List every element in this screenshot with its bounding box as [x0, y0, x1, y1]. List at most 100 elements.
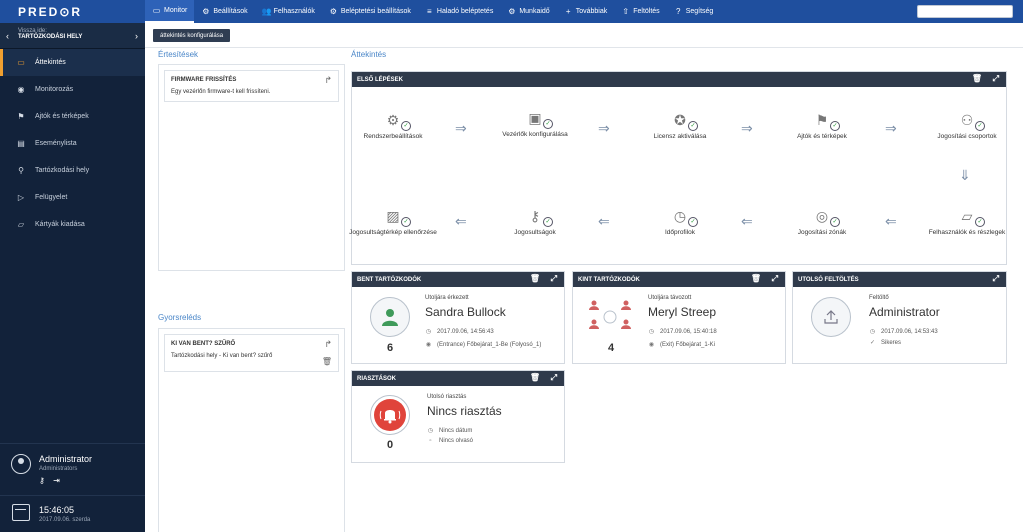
- card-icon: ▱: [17, 220, 25, 229]
- sidebar-item-overview[interactable]: ▭ Áttekintés: [0, 49, 145, 76]
- clock-time: 15:46:05: [39, 505, 75, 515]
- alarms-count: 0: [386, 439, 394, 451]
- gear-icon: ⚙: [202, 7, 210, 16]
- nav-settings[interactable]: ⚙ Beállítások: [194, 0, 254, 23]
- clock-icon: ◷ ✓: [670, 208, 698, 227]
- arrow-left-icon: ⇐: [885, 213, 897, 229]
- nav-label: Beállítások: [213, 8, 248, 15]
- sidebar-item-label: Kártyák kiadása: [35, 221, 85, 228]
- license-icon: ✪ ✓: [670, 112, 698, 131]
- trash-icon[interactable]: 🗑: [972, 74, 982, 83]
- search-input[interactable]: [917, 5, 1013, 18]
- notifications-panel: FIRMWARE FRISSÍTÉS Egy vezérlőn firmware…: [158, 64, 345, 271]
- back-link[interactable]: ‹ Vissza ide: TARTÓZKODÁSI HELY ›: [0, 23, 145, 49]
- nav-users[interactable]: 👥 Felhasználók: [255, 0, 322, 23]
- nav-help[interactable]: ? Segítség: [667, 0, 721, 23]
- inside-header: BENT TARTÓZKODÓK 🗑 ⤢: [352, 272, 564, 287]
- step-users-departments[interactable]: ▱ ✓ Felhasználók és részlegek: [922, 208, 1012, 236]
- expand-icon[interactable]: ⤢: [993, 74, 999, 84]
- app-logo[interactable]: PRED⊙R: [0, 0, 145, 23]
- inside-place: (Entrance) Főbejárat_1-Be (Folyosó_1): [437, 341, 542, 348]
- check-icon: ✓: [543, 217, 553, 227]
- upload-time: 2017.09.06, 14:53:43: [881, 328, 938, 335]
- event-list-icon: ▤: [17, 139, 25, 148]
- quick-filter-card[interactable]: KI VAN BENT? SZŰRŐ Tartózkodási hely - K…: [164, 334, 339, 372]
- quick-links-panel: KI VAN BENT? SZŰRŐ Tartózkodási hely - K…: [158, 328, 345, 532]
- key-logout-icons[interactable]: ⚷ ⇥: [39, 476, 63, 485]
- upload-status: Sikeres: [881, 339, 902, 346]
- alarms-date: Nincs dátum: [439, 427, 473, 434]
- notifications-title: Értesítések: [158, 50, 199, 59]
- step-license[interactable]: ✪ ✓ Licensz aktiválása: [635, 112, 725, 140]
- gear-icon: ⚙ ✓: [383, 112, 411, 131]
- outside-time-line: ◷ 2017.09.06, 15:40:18: [648, 328, 717, 336]
- first-steps-panel: ELSŐ LÉPÉSEK 🗑 ⤢ ⚙ ✓ Rendszerbeállítások …: [348, 71, 1007, 265]
- step-system-settings[interactable]: ⚙ ✓ Rendszerbeállítások: [348, 112, 438, 140]
- sidebar-item-monitoring[interactable]: ◉ Monitorozás: [0, 76, 145, 103]
- inside-name[interactable]: Sandra Bullock: [425, 305, 506, 319]
- step-access-groups[interactable]: ⚇ ✓ Jogosítási csoportok: [922, 112, 1012, 140]
- step-access-zones[interactable]: ◎ ✓ Jogosítási zónák: [777, 208, 867, 236]
- sidebar-item-location[interactable]: ⚲ Tartózkodási hely: [0, 157, 145, 184]
- notification-title: FIRMWARE FRISSÍTÉS: [171, 77, 237, 83]
- step-label: Felhasználók és részlegek: [928, 229, 1006, 236]
- upload-status-line: ✓ Sikeres: [869, 339, 902, 347]
- first-steps-header: ELSŐ LÉPÉSEK 🗑 ⤢: [352, 72, 1006, 87]
- sidebar-item-cards[interactable]: ▱ Kártyák kiadása: [0, 211, 145, 238]
- sidebar-item-supervision[interactable]: ▷ Felügyelet: [0, 184, 145, 211]
- share-arrow-icon[interactable]: ↱: [324, 339, 332, 350]
- expand-icon[interactable]: ⤢: [551, 373, 557, 383]
- step-permissions[interactable]: ⚷ ✓ Jogosultságok: [490, 208, 580, 236]
- outside-name[interactable]: Meryl Streep: [648, 305, 716, 319]
- nav-advanced-access[interactable]: ≡ Haladó beléptetés: [418, 0, 500, 23]
- outside-count: 4: [607, 342, 615, 354]
- step-label: Jogosítási zónák: [797, 229, 847, 236]
- expand-icon[interactable]: ⤢: [772, 274, 778, 284]
- sidebar-item-label: Ajtók és térképek: [35, 113, 89, 120]
- step-label: Jogosultságok: [514, 229, 556, 236]
- nav-label: Haladó beléptetés: [436, 8, 494, 15]
- sidebar-item-label: Eseménylista: [35, 140, 77, 147]
- expand-icon[interactable]: ⤢: [993, 274, 999, 284]
- trash-icon[interactable]: 🗑: [530, 373, 540, 382]
- sidebar-item-label: Áttekintés: [35, 59, 66, 66]
- upload-name: Administrator: [869, 305, 940, 319]
- inside-count: 6: [386, 342, 394, 354]
- panel-title: UTOLSÓ FELTÖLTÉS: [798, 276, 859, 283]
- configure-overview-button[interactable]: áttekintés konfigurálása: [153, 29, 231, 42]
- nav-label: Feltöltés: [633, 8, 660, 15]
- arrow-left-icon: ⇐: [741, 213, 753, 229]
- step-doors-maps[interactable]: ⚑ ✓ Ajtók és térképek: [777, 112, 867, 140]
- step-label: Vezérlők konfigurálása: [502, 131, 568, 138]
- step-controllers[interactable]: ▣ ✓ Vezérlők konfigurálása: [490, 110, 580, 138]
- step-permission-map[interactable]: ▨ ✓ Jogosultságtérkép ellenőrzése: [348, 208, 438, 236]
- outside-place: (Exit) Főbejárat_1-Ki: [660, 341, 716, 348]
- nav-access-settings[interactable]: ⚙ Beléptetési beállítások: [322, 0, 418, 23]
- back-title: TARTÓZKODÁSI HELY: [18, 34, 83, 40]
- sidebar-item-label: Felügyelet: [35, 194, 68, 201]
- share-arrow-icon[interactable]: ↱: [324, 75, 332, 86]
- inside-user-icon: [370, 297, 410, 337]
- trash-icon[interactable]: 🗑: [322, 357, 332, 366]
- alarms-reader-line: ▫ Nincs olvasó: [427, 438, 473, 444]
- chevron-right-icon[interactable]: ›: [135, 31, 138, 41]
- expand-icon[interactable]: ⤢: [551, 274, 557, 284]
- inside-time-line: ◷ 2017.09.06, 14:56:43: [425, 328, 494, 336]
- alarms-panel: RIASZTÁSOK 🗑 ⤢ 0 Utolsó riasztás Nincs r…: [351, 370, 565, 463]
- nav-monitor[interactable]: ▭ Monitor: [145, 0, 195, 23]
- panel-title: BENT TARTÓZKODÓK: [357, 276, 422, 283]
- sidebar-item-events[interactable]: ▤ Eseménylista: [0, 130, 145, 157]
- step-time-profiles[interactable]: ◷ ✓ Időprofilok: [635, 208, 725, 236]
- panel-title: KINT TARTÓZKODÓK: [578, 276, 640, 283]
- check-icon: ✓: [401, 217, 411, 227]
- location-icon: ◉: [648, 342, 655, 348]
- notification-card[interactable]: FIRMWARE FRISSÍTÉS Egy vezérlőn firmware…: [164, 70, 339, 102]
- nav-more[interactable]: + Továbbiak: [557, 0, 615, 23]
- sidebar-item-doors-maps[interactable]: ⚑ Ajtók és térképek: [0, 103, 145, 130]
- trash-icon[interactable]: 🗑: [751, 274, 761, 283]
- trash-icon[interactable]: 🗑: [530, 274, 540, 283]
- nav-upload[interactable]: ⇧ Feltöltés: [614, 0, 666, 23]
- step-label: Jogosultságtérkép ellenőrzése: [349, 229, 437, 236]
- nav-worktime[interactable]: ⚙ Munkaidő: [500, 0, 556, 23]
- reader-icon: ▫: [429, 438, 432, 444]
